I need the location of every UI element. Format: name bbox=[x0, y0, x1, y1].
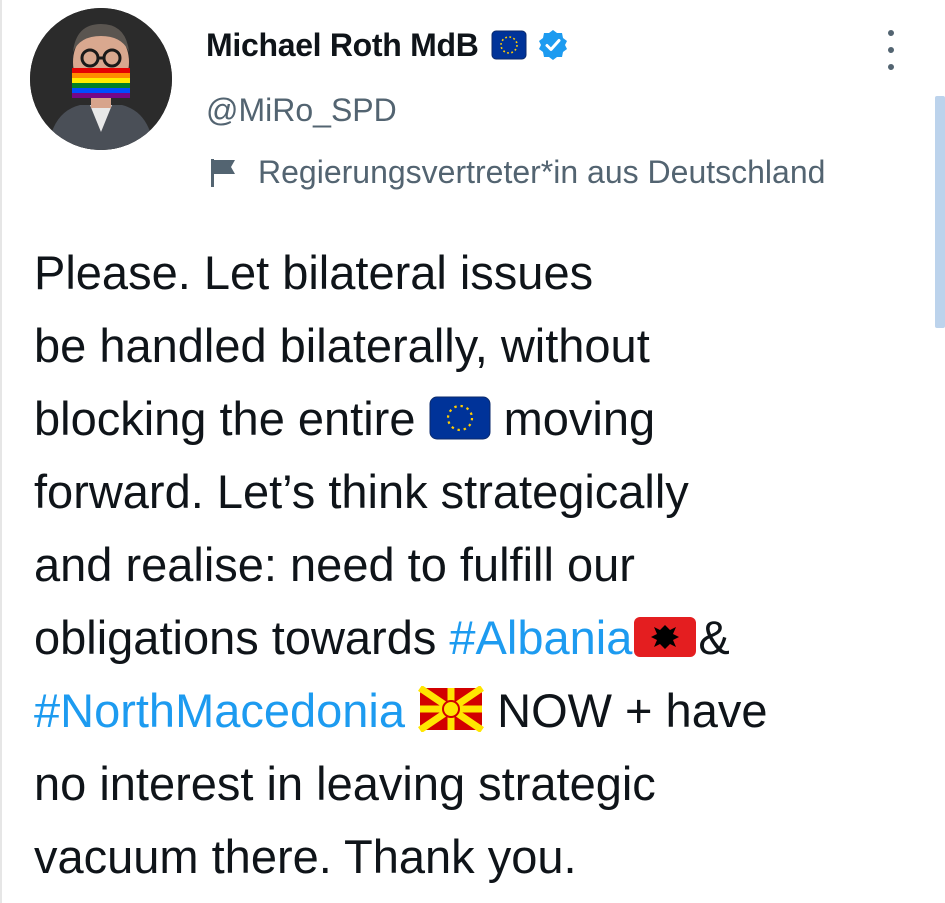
eu-flag-icon bbox=[491, 30, 527, 60]
account-label: Regierungsvertreter*in aus Deutschland bbox=[206, 150, 825, 194]
government-flag-icon bbox=[206, 155, 240, 189]
eu-flag-icon bbox=[429, 387, 491, 460]
tweet-line: forward. Let’s think strategically bbox=[34, 465, 689, 518]
author-name-row[interactable]: Michael Roth MdB bbox=[206, 20, 569, 70]
tweet-line: obligations towards #Albania & bbox=[34, 601, 934, 674]
tweet-line: #NorthMacedonia NOW + have bbox=[34, 674, 934, 747]
hashtag-north-macedonia-link[interactable]: #NorthMacedonia bbox=[34, 684, 405, 737]
tweet-line: blocking the entire moving bbox=[34, 382, 934, 455]
tweet-line: be handled bilaterally, without bbox=[34, 319, 650, 372]
north-macedonia-flag-icon bbox=[418, 679, 485, 752]
tweet-text-segment: moving bbox=[503, 392, 656, 445]
tweet-text-segment: & bbox=[698, 611, 730, 664]
tweet-text-segment: NOW + have bbox=[497, 684, 768, 737]
tweet-line: no interest in leaving strategic bbox=[34, 757, 656, 810]
scrollbar-thumb[interactable] bbox=[935, 96, 945, 328]
albania-flag-icon bbox=[632, 606, 698, 679]
author-handle[interactable]: @MiRo_SPD bbox=[206, 92, 397, 129]
left-border bbox=[0, 0, 2, 903]
tweet-line: vacuum there. Thank you. bbox=[34, 830, 577, 883]
hashtag-albania-link[interactable]: #Albania bbox=[449, 611, 632, 664]
tweet-text: Please. Let bilateral issues be handled … bbox=[34, 236, 934, 893]
avatar[interactable] bbox=[30, 8, 172, 150]
account-label-text: Regierungsvertreter*in aus Deutschland bbox=[258, 153, 826, 190]
verified-badge-icon bbox=[537, 29, 569, 61]
tweet-line: Please. Let bilateral issues bbox=[34, 246, 594, 299]
more-options-icon[interactable] bbox=[876, 30, 906, 70]
tweet-line: and realise: need to fulfill our bbox=[34, 538, 635, 591]
tweet-text-segment: blocking the entire bbox=[34, 392, 416, 445]
tweet-text-segment: obligations towards bbox=[34, 611, 437, 664]
author-display-name[interactable]: Michael Roth MdB bbox=[206, 27, 479, 64]
